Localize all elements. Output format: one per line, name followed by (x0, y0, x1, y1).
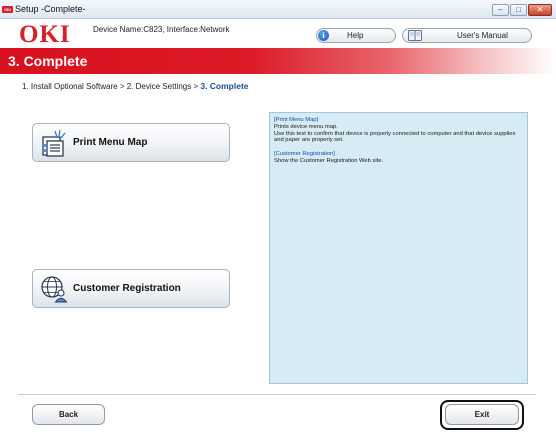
description-heading: [Customer Registration] (274, 151, 335, 158)
footer-divider (18, 394, 536, 395)
customer-registration-label: Customer Registration (73, 283, 181, 294)
description-text: Show the Customer Registration Web site. (274, 157, 384, 164)
oki-logo: OKI (19, 21, 71, 48)
page-title: 3. Complete (8, 53, 88, 69)
breadcrumb: 1. Install Optional Software > 2. Device… (22, 81, 249, 91)
close-button[interactable]: ✕ (528, 4, 552, 16)
title-bar: OKI Setup -Complete- – □ ✕ (0, 0, 556, 19)
customer-registration-button[interactable]: Customer Registration (32, 269, 230, 308)
breadcrumb-separator: > (191, 82, 201, 91)
exit-button[interactable]: Exit (445, 404, 519, 425)
breadcrumb-step-2: 2. Device Settings (126, 82, 192, 91)
breadcrumb-separator: > (117, 82, 127, 91)
manual-label: User's Manual (457, 31, 508, 40)
globe-user-icon (41, 276, 68, 303)
window-title: Setup -Complete- (15, 4, 86, 14)
breadcrumb-step-current: 3. Complete (200, 81, 249, 91)
book-icon (408, 30, 422, 41)
help-label: Help (347, 31, 364, 40)
description-panel: [Print Menu Map] Prints device menu map.… (269, 112, 528, 384)
breadcrumb-step-1: 1. Install Optional Software (22, 82, 118, 91)
step-banner: 3. Complete (0, 48, 556, 74)
minimize-button[interactable]: – (492, 4, 509, 16)
maximize-button[interactable]: □ (510, 4, 527, 16)
print-menu-map-button[interactable]: Print Menu Map (32, 123, 230, 162)
printer-sheet-icon (42, 129, 66, 157)
info-icon: i (318, 30, 329, 41)
description-heading: [Print Menu Map] (274, 117, 319, 123)
users-manual-button[interactable]: User's Manual (402, 28, 532, 43)
oki-app-icon: OKI (2, 6, 13, 13)
print-menu-map-label: Print Menu Map (73, 137, 148, 148)
help-button[interactable]: i Help (316, 28, 396, 43)
back-button[interactable]: Back (32, 404, 105, 425)
device-info: Device Name:C823, Interface:Network (93, 25, 230, 34)
description-text: Prints device menu map. (274, 123, 338, 130)
description-text: Use this test to confirm that device is … (274, 130, 516, 144)
